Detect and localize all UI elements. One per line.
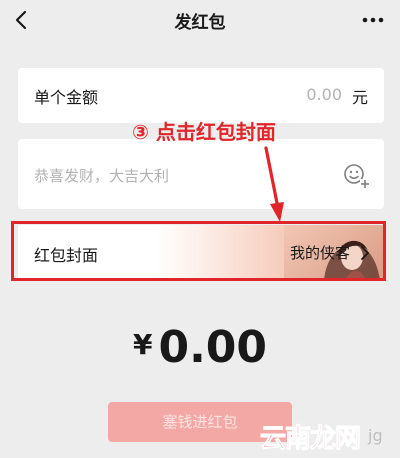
- cover-highlight-frame: [11, 221, 386, 281]
- watermark-logo-text: 云南龙网: [259, 424, 361, 455]
- watermark: 云南龙网 jg: [256, 412, 400, 458]
- greeting-input[interactable]: 恭喜发财，大吉大利: [34, 165, 169, 186]
- arrow-down-icon: [258, 146, 288, 224]
- total-amount-display: ¥0.00: [0, 322, 400, 373]
- greeting-field[interactable]: 恭喜发财，大吉大利: [18, 139, 384, 209]
- send-red-packet-screen: 发红包 单个金额 0.00 元 恭喜发财，大吉大利 红包封面 我的侠客 ③ 点击…: [0, 0, 400, 458]
- amount-input[interactable]: 0.00: [306, 85, 342, 104]
- navigation-bar: 发红包: [0, 0, 400, 40]
- step-annotation: ③ 点击红包封面: [132, 120, 276, 144]
- amount-unit: 元: [351, 88, 368, 107]
- total-amount: 0.00: [158, 322, 268, 373]
- more-dots-icon[interactable]: [360, 10, 386, 30]
- currency-symbol: ¥: [132, 328, 153, 361]
- page-title: 发红包: [174, 13, 226, 33]
- watermark-sub-text: jg: [368, 426, 383, 445]
- emoji-add-icon[interactable]: [342, 161, 370, 189]
- amount-label: 单个金额: [34, 88, 99, 107]
- amount-field[interactable]: 单个金额 0.00 元: [18, 68, 384, 123]
